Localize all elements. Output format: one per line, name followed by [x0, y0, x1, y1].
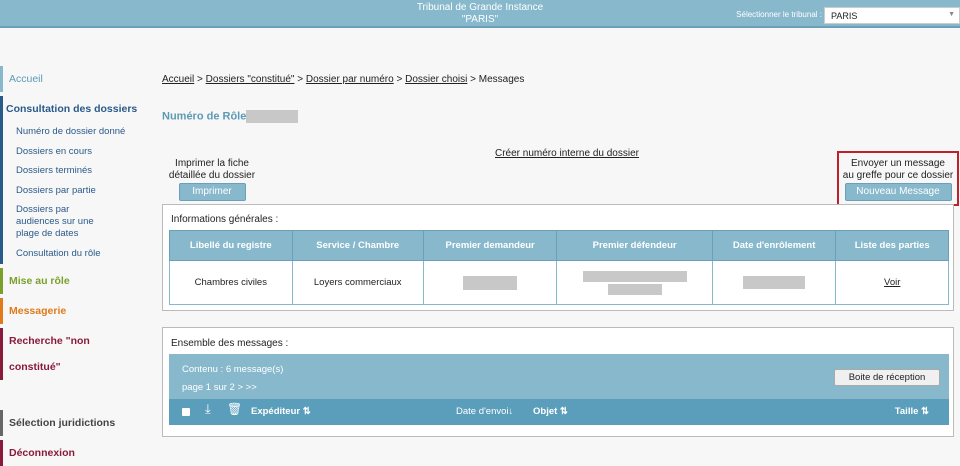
sidebar: Accueil Consultation des dossiers Numéro…: [0, 66, 150, 466]
trash-icon[interactable]: 🗑: [227, 402, 242, 416]
sidebar-item-recherche[interactable]: Recherche "non constitué": [0, 327, 150, 380]
new-message-button[interactable]: Nouveau Message: [844, 183, 952, 201]
page-info: page 1 sur 2: [182, 382, 235, 393]
redacted: [463, 275, 518, 290]
redacted: [743, 276, 806, 289]
redacted: [582, 270, 687, 282]
tribunal-select-value: PARIS: [831, 11, 858, 21]
cell-demandeur: [422, 260, 558, 305]
messages-toolbar: Contenu : 6 message(s) page 1 sur 2 > >>…: [169, 354, 949, 399]
sidebar-item-consultation[interactable]: Consultation des dossiers: [3, 96, 150, 122]
sidebar-item-mise-au-role[interactable]: Mise au rôle: [0, 267, 150, 294]
sidebar-sub-audiences[interactable]: Dossiers par audiences sur une plage de …: [3, 200, 123, 244]
send-text1: Envoyer un message: [851, 158, 945, 169]
select-all-checkbox[interactable]: [182, 408, 190, 416]
general-info-table: Libellé du registre Service / Chambre Pr…: [169, 230, 949, 305]
tribunal-select-label: Sélectionner le tribunal :: [736, 10, 822, 19]
sidebar-item-accueil[interactable]: Accueil: [0, 66, 150, 92]
cell-parties: Voir: [835, 260, 949, 305]
sidebar-sub-role[interactable]: Consultation du rôle: [3, 244, 150, 264]
sort-icon[interactable]: ⇅: [560, 406, 568, 417]
sep: >: [396, 74, 403, 85]
print-text2: détaillée du dossier: [168, 170, 256, 181]
sep: >: [470, 74, 476, 85]
col-object[interactable]: Objet ⇅: [533, 406, 568, 417]
col-header: Premier demandeur: [422, 230, 558, 261]
col-sender[interactable]: Expéditeur ⇅: [251, 406, 311, 417]
col-size-label: Taille: [894, 406, 919, 417]
breadcrumb-dossiers[interactable]: Dossiers "constitué": [206, 74, 295, 85]
cell-registre: Chambres civiles: [169, 260, 293, 305]
cell-defendeur: [556, 260, 713, 305]
sidebar-item-selection[interactable]: Sélection juridictions: [0, 409, 150, 436]
print-button[interactable]: Imprimer: [178, 183, 246, 201]
col-header: Libellé du registre: [169, 230, 293, 261]
general-info-panel: Informations générales : Libellé du regi…: [162, 204, 954, 311]
breadcrumb-current: Messages: [478, 74, 525, 85]
tribunal-select[interactable]: PARIS ▼: [824, 7, 960, 24]
col-header: Service / Chambre: [291, 230, 424, 261]
col-date[interactable]: Date d'envoi↓: [456, 406, 513, 417]
last-page-link[interactable]: >>: [246, 382, 257, 393]
col-object-label: Objet: [533, 406, 558, 417]
col-date-label: Date d'envoi: [456, 406, 509, 417]
inbox-button[interactable]: Boite de réception: [834, 369, 940, 386]
pagination: page 1 sur 2 > >>: [182, 382, 257, 393]
role-label: Numéro de Rôle: [162, 110, 247, 123]
sidebar-sub-termines[interactable]: Dossiers terminés: [3, 161, 150, 181]
redacted: [607, 283, 662, 295]
voir-link[interactable]: Voir: [884, 277, 900, 288]
sort-icon[interactable]: ⇅: [921, 406, 929, 417]
message-count: Contenu : 6 message(s): [182, 364, 284, 375]
print-block: Imprimer la fiche détaillée du dossier I…: [152, 158, 272, 201]
redacted-role-number: [246, 110, 299, 123]
sidebar-sub-partie[interactable]: Dossiers par partie: [3, 181, 150, 201]
sidebar-sub-numero[interactable]: Numéro de dossier donné: [3, 122, 150, 142]
messages-header-row: ⤓ 🗑 Expéditeur ⇅ Date d'envoi↓ Objet ⇅ T…: [169, 399, 949, 425]
sidebar-item-messagerie[interactable]: Messagerie: [0, 297, 150, 324]
send-message-block: Envoyer un message au greffe pour ce dos…: [837, 151, 959, 206]
sep: >: [197, 74, 203, 85]
sort-icon[interactable]: ⇅: [303, 406, 311, 417]
create-internal-number-link[interactable]: Créer numéro interne du dossier: [495, 148, 639, 159]
col-header: Liste des parties: [835, 230, 949, 261]
send-text2: au greffe pour ce dossier: [842, 170, 954, 181]
breadcrumb-choisi[interactable]: Dossier choisi: [405, 74, 467, 85]
col-sender-label: Expéditeur: [251, 406, 301, 417]
col-size[interactable]: Taille ⇅: [895, 406, 929, 417]
download-icon[interactable]: ⤓: [205, 401, 211, 417]
sidebar-item-deconnexion[interactable]: Déconnexion: [0, 439, 150, 466]
cell-date: [711, 260, 837, 305]
messages-panel: Ensemble des messages : Contenu : 6 mess…: [162, 327, 954, 437]
print-text1: Imprimer la fiche: [175, 158, 249, 169]
sort-icon[interactable]: ↓: [509, 406, 514, 417]
sidebar-sub-en-cours[interactable]: Dossiers en cours: [3, 142, 150, 162]
next-page-link[interactable]: >: [237, 382, 243, 393]
breadcrumb: Accueil > Dossiers "constitué" > Dossier…: [162, 74, 524, 85]
page-title: Numéro de Rôle: [162, 110, 299, 123]
cell-service: Loyers commerciaux: [291, 260, 424, 305]
sep: >: [297, 74, 304, 85]
header: Tribunal de Grande Instance "PARIS" Sélec…: [0, 0, 960, 28]
breadcrumb-accueil[interactable]: Accueil: [162, 74, 194, 85]
general-info-title: Informations générales :: [171, 214, 279, 225]
table-row: Chambres civiles Loyers commerciaux Voir: [169, 260, 949, 305]
col-header: Premier défendeur: [556, 230, 713, 261]
col-header: Date d'enrôlement: [711, 230, 837, 261]
messages-title: Ensemble des messages :: [171, 338, 289, 349]
chevron-down-icon: ▼: [948, 11, 955, 18]
breadcrumb-par-numero[interactable]: Dossier par numéro: [306, 74, 394, 85]
